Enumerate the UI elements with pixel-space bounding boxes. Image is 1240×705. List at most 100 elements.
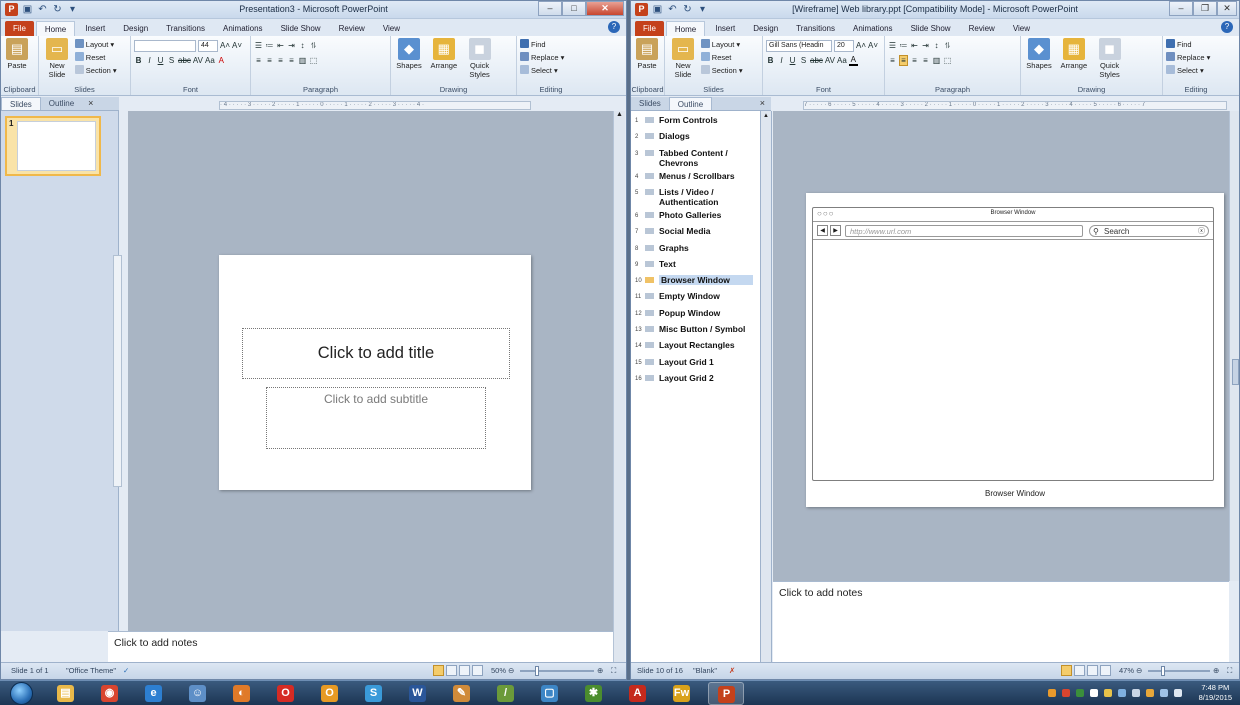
tab-animations[interactable]: Animations <box>215 21 271 36</box>
taskbar-powerpoint-button[interactable]: P <box>708 682 744 705</box>
volume-icon[interactable] <box>1174 689 1182 697</box>
reset-button[interactable]: Reset <box>700 51 743 64</box>
text-direction-icon[interactable]: ⥮ <box>309 41 318 51</box>
reading-view-icon[interactable] <box>459 665 470 676</box>
underline-button[interactable]: U <box>788 56 797 65</box>
outline-item[interactable]: 7 Social Media <box>635 226 759 236</box>
font-name-field[interactable] <box>134 39 196 52</box>
vertical-scrollbar[interactable]: ▲ <box>613 111 625 631</box>
tab-review[interactable]: Review <box>331 21 373 36</box>
zoom-level[interactable]: 47% <box>1119 663 1134 679</box>
taskbar-folder-button[interactable]: ▤ <box>48 682 84 705</box>
normal-view-icon[interactable] <box>433 665 444 676</box>
line-spacing-icon[interactable]: ↕ <box>932 41 941 50</box>
increase-indent-icon[interactable]: ⇥ <box>921 41 930 50</box>
align-left-icon[interactable]: ≡ <box>888 56 897 65</box>
slide-sorter-icon[interactable] <box>446 665 457 676</box>
shapes-button[interactable]: ◆ Shapes <box>394 38 424 70</box>
taskbar-paint-button[interactable]: ✎ <box>444 682 480 705</box>
tab-slide-show[interactable]: Slide Show <box>273 21 329 36</box>
shrink-font-icon[interactable]: A˅ <box>868 41 878 50</box>
tab-animations[interactable]: Animations <box>845 21 901 36</box>
slide-show-icon[interactable] <box>472 665 483 676</box>
notes-pane[interactable]: Click to add notes <box>773 581 1229 664</box>
slide-sorter-icon[interactable] <box>1074 665 1085 676</box>
taskbar-skype-button[interactable]: S <box>356 682 392 705</box>
italic-button[interactable]: I <box>145 56 154 65</box>
outline-item[interactable]: 2 Dialogs <box>635 131 759 141</box>
quick-styles-button[interactable]: ◼ Quick Styles <box>1094 38 1126 79</box>
numbering-icon[interactable]: ≔ <box>899 41 908 50</box>
tab-outline-pane[interactable]: Outline <box>668 97 713 110</box>
tab-slides-pane[interactable]: Slides <box>631 97 669 110</box>
select-button[interactable]: Select ▾ <box>520 64 582 77</box>
tab-transitions[interactable]: Transitions <box>788 21 843 36</box>
outline-item[interactable]: 9 Text <box>635 259 759 269</box>
display-icon[interactable] <box>1160 689 1168 697</box>
tab-slides-pane[interactable]: Slides <box>1 97 41 110</box>
tab-insert[interactable]: Insert <box>77 21 113 36</box>
close-pane-icon[interactable]: × <box>82 97 99 110</box>
shapes-button[interactable]: ◆ Shapes <box>1024 38 1054 70</box>
tab-view[interactable]: View <box>375 21 408 36</box>
reading-view-icon[interactable] <box>1087 665 1098 676</box>
search-field[interactable]: ⚲ Search ⓧ <box>1089 225 1209 237</box>
taskbar-user-button[interactable]: ☺ <box>180 682 216 705</box>
slide-show-icon[interactable] <box>1100 665 1111 676</box>
vertical-scrollbar[interactable] <box>1229 111 1239 581</box>
clock[interactable]: 7:48 PM 8/19/2015 <box>1199 683 1232 703</box>
restore-button[interactable]: ❐ <box>1193 1 1217 16</box>
zoom-out-icon[interactable]: ⊖ <box>1136 663 1142 679</box>
outline-item[interactable]: 10 Browser Window <box>635 275 759 286</box>
close-pane-icon[interactable]: × <box>754 97 771 110</box>
bullets-icon[interactable]: ☰ <box>888 41 897 50</box>
scroll-thumb[interactable] <box>1232 359 1239 385</box>
new-slide-button[interactable]: ▭ New Slide <box>42 38 72 79</box>
zoom-level[interactable]: 50% <box>491 663 506 679</box>
taskbar-outlook-button[interactable]: O <box>312 682 348 705</box>
back-arrow-icon[interactable]: ◀ <box>817 225 828 236</box>
taskbar-chrome-button[interactable]: ◉ <box>92 682 128 705</box>
slide-thumbnail-selected[interactable]: 1 <box>5 116 101 176</box>
replace-button[interactable]: Replace ▾ <box>520 51 582 64</box>
find-button[interactable]: Find <box>520 38 582 51</box>
tab-outline-pane[interactable]: Outline <box>41 97 82 110</box>
tab-transitions[interactable]: Transitions <box>158 21 213 36</box>
outline-item[interactable]: 5 Lists / Video / Authentication <box>635 187 759 207</box>
tray-app-icon[interactable] <box>1104 689 1112 697</box>
zoom-slider[interactable] <box>1148 670 1210 672</box>
zoom-slider[interactable] <box>520 670 594 672</box>
outline-item[interactable]: 8 Graphs <box>635 243 759 253</box>
clear-icon[interactable]: ⓧ <box>1198 226 1205 237</box>
tray-app-icon[interactable] <box>1090 689 1098 697</box>
taskbar-fireworks-button[interactable]: Fw <box>664 682 700 705</box>
outline-item[interactable]: 12 Popup Window <box>635 308 759 318</box>
font-size-field[interactable]: 44 <box>198 39 218 52</box>
outline-item[interactable]: 13 Misc Button / Symbol <box>635 324 759 334</box>
taskbar-ie-button[interactable]: e <box>136 682 172 705</box>
spellcheck-icon[interactable]: ✓ <box>123 663 129 679</box>
tab-design[interactable]: Design <box>115 21 156 36</box>
close-button[interactable]: ✕ <box>586 1 624 16</box>
decrease-indent-icon[interactable]: ⇤ <box>276 41 285 50</box>
browser-window-wireframe[interactable]: ○○○ Browser Window ◀ ▶ http://www.url.co… <box>812 207 1214 481</box>
zoom-slider-knob[interactable] <box>1161 666 1165 676</box>
theme-name[interactable]: "Blank" <box>693 663 717 679</box>
justify-icon[interactable]: ≡ <box>921 56 930 65</box>
columns-icon[interactable]: ▥ <box>298 56 307 65</box>
justify-icon[interactable]: ≡ <box>287 56 296 65</box>
forward-arrow-icon[interactable]: ▶ <box>830 225 841 236</box>
underline-button[interactable]: U <box>156 56 165 65</box>
tray-app-icon[interactable] <box>1048 689 1056 697</box>
arrange-button[interactable]: ▦ Arrange <box>427 38 461 70</box>
increase-indent-icon[interactable]: ⇥ <box>287 41 296 50</box>
replace-button[interactable]: Replace ▾ <box>1166 51 1226 64</box>
paste-button[interactable]: ▤ Paste <box>4 38 30 70</box>
tab-insert[interactable]: Insert <box>707 21 743 36</box>
decrease-indent-icon[interactable]: ⇤ <box>910 41 919 50</box>
smartart-icon[interactable]: ⬚ <box>943 56 952 65</box>
power-icon[interactable] <box>1132 689 1140 697</box>
close-button[interactable]: ✕ <box>1217 1 1237 16</box>
char-spacing-button[interactable]: AV <box>193 56 203 65</box>
normal-view-icon[interactable] <box>1061 665 1072 676</box>
